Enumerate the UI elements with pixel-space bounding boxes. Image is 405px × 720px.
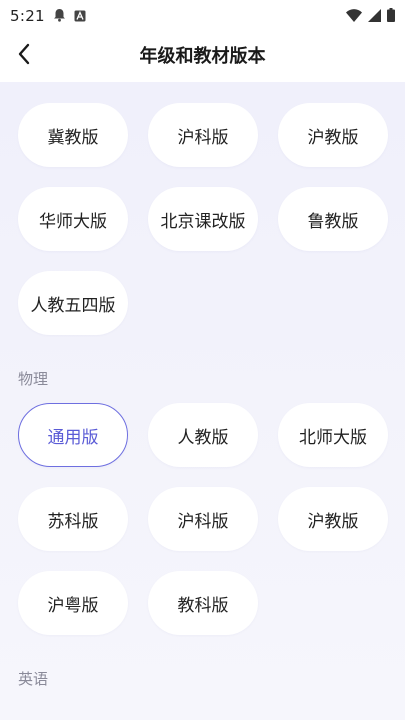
option-button[interactable]: 沪粤版 — [18, 571, 128, 635]
page-title: 年级和教材版本 — [139, 46, 266, 67]
option-button[interactable]: 苏科版 — [18, 487, 128, 551]
wifi-icon — [346, 7, 362, 26]
option-button[interactable]: 人教五四版 — [18, 271, 128, 335]
option-button[interactable]: 人教版 — [148, 403, 258, 467]
option-button-selected[interactable]: 通用版 — [18, 403, 128, 467]
battery-icon — [387, 7, 395, 26]
option-button[interactable]: 鲁教版 — [278, 187, 388, 251]
option-button[interactable]: 沪科版 — [148, 103, 258, 167]
navbar: 年级和教材版本 — [0, 32, 405, 82]
option-button[interactable]: 冀教版 — [18, 103, 128, 167]
status-right — [346, 7, 395, 26]
option-button[interactable]: 华师大版 — [18, 187, 128, 251]
text-a-icon — [74, 7, 86, 26]
notification-bell-icon — [53, 7, 66, 26]
section-label-physics: 物理 — [18, 370, 49, 388]
option-button[interactable]: 沪科版 — [148, 487, 258, 551]
status-left: 5:21 — [10, 7, 86, 26]
option-grid-physics: 通用版 人教版 北师大版 苏科版 沪科版 沪教版 沪粤版 教科版 — [0, 403, 405, 635]
cellular-signal-icon — [368, 7, 381, 26]
option-button[interactable]: 沪教版 — [278, 103, 388, 167]
content-top-spacer — [0, 82, 405, 103]
option-button[interactable]: 北师大版 — [278, 403, 388, 467]
option-button[interactable]: 北京课改版 — [148, 187, 258, 251]
status-time: 5:21 — [10, 7, 45, 25]
content-scroll-area[interactable]: 冀教版 沪科版 沪教版 华师大版 北京课改版 鲁教版 人教五四版 物理 通用版 … — [0, 82, 405, 720]
option-button[interactable]: 沪教版 — [278, 487, 388, 551]
section-label-english: 英语 — [18, 670, 49, 688]
status-bar: 5:21 — [0, 0, 405, 32]
option-button[interactable]: 教科版 — [148, 571, 258, 635]
option-grid-previous-subject: 冀教版 沪科版 沪教版 华师大版 北京课改版 鲁教版 人教五四版 — [0, 103, 405, 335]
